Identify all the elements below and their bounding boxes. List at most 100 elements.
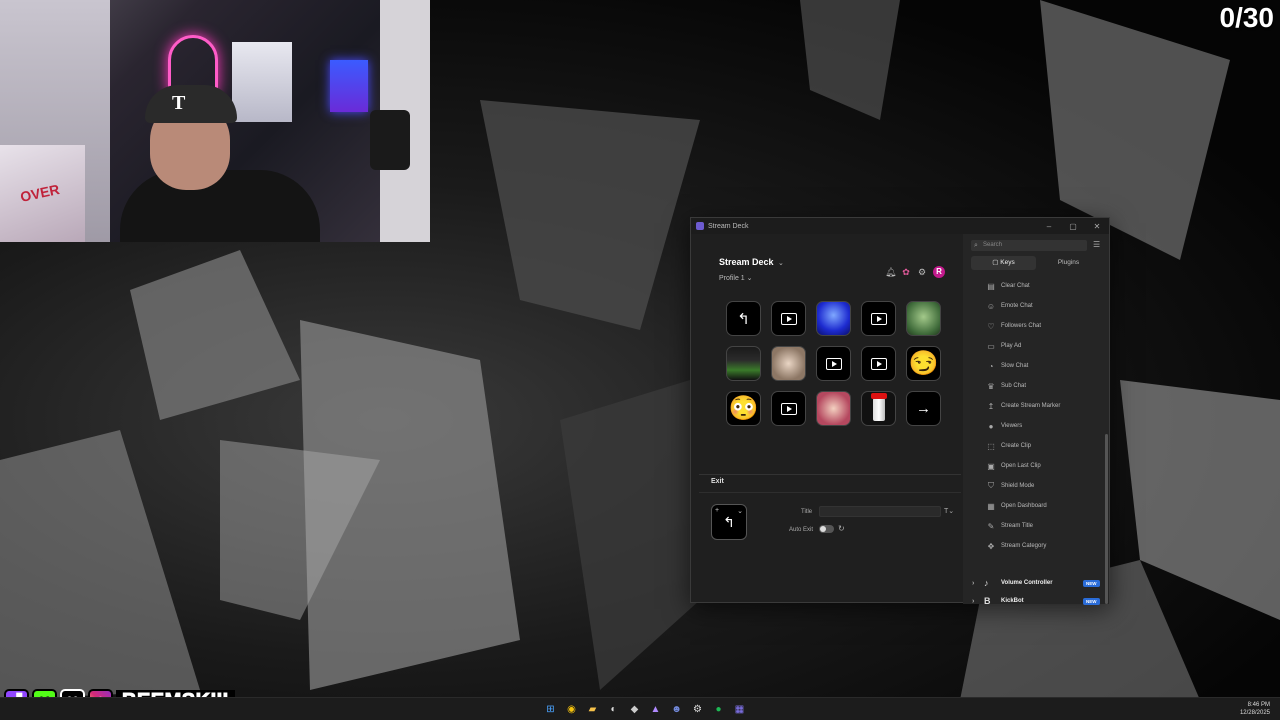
action-item[interactable]: ⬚ Create Clip [963, 436, 1103, 456]
gear-icon[interactable]: ⚙ [917, 267, 927, 277]
plus-icon[interactable]: + [715, 507, 719, 514]
webcam-monitor [330, 60, 368, 112]
deck-key-2[interactable] [771, 301, 806, 336]
webcam-window [232, 42, 292, 122]
back-icon: ↰ [737, 310, 750, 328]
device-selector[interactable]: Stream Deck ⌄ [719, 252, 784, 270]
chevron-right-icon[interactable]: › [972, 580, 974, 587]
key-grid: ↰ 😏 😳 → [726, 301, 941, 426]
maximize-button[interactable]: ▢ [1061, 222, 1085, 231]
window-titlebar[interactable]: Stream Deck – ▢ ✕ [691, 218, 1109, 234]
deck-key-12[interactable] [771, 391, 806, 426]
deck-key-5[interactable] [906, 301, 941, 336]
action-item[interactable]: ✎ Stream Title [963, 516, 1103, 536]
action-item[interactable]: ▭ Play Ad [963, 336, 1103, 356]
discord-icon[interactable]: ☻ [669, 702, 684, 717]
chrome-icon[interactable]: ◉ [564, 702, 579, 717]
plugin-kickbot[interactable]: › B KickBot NEW [963, 596, 1103, 606]
window-controls: – ▢ ✕ [1037, 222, 1109, 231]
action-item[interactable]: ⛉ Shield Mode [963, 476, 1103, 496]
back-icon: ↰ [723, 513, 735, 530]
close-button[interactable]: ✕ [1085, 222, 1109, 231]
action-icon: ✎ [987, 521, 995, 531]
chevron-down-icon: ⌄ [778, 260, 784, 267]
clock-time: 8:46 PM [1247, 702, 1270, 708]
action-icon: ● [988, 421, 994, 431]
deck-key-8[interactable] [816, 346, 851, 381]
chevron-down-icon[interactable]: ⌄ [737, 507, 743, 515]
deck-key-4[interactable] [861, 301, 896, 336]
taskbar-icons: ⊞ ◉ ▰ ◐ ◆ ▲ ☻ ⚙ ● ▦ [543, 702, 747, 717]
action-item[interactable]: ▣ Open Last Clip [963, 456, 1103, 476]
key-preview[interactable]: + ⌄ ↰ [711, 504, 747, 540]
windows-start-icon[interactable]: ⊞ [543, 702, 558, 717]
profile-selector[interactable]: Profile 1 ⌄ [719, 274, 784, 282]
action-item[interactable]: ✥ Stream Category [963, 536, 1103, 556]
auto-exit-toggle[interactable] [819, 525, 834, 533]
new-badge: NEW [1083, 597, 1100, 605]
obs-icon[interactable]: ◐ [606, 702, 621, 717]
reset-icon[interactable]: ↻ [838, 524, 845, 533]
deck-key-13[interactable] [816, 391, 851, 426]
deck-key-1[interactable]: ↰ [726, 301, 761, 336]
action-item[interactable]: ↥ Create Stream Marker [963, 396, 1103, 416]
settings-icon[interactable]: ⚙ [690, 702, 705, 717]
deck-key-11[interactable]: 😳 [726, 391, 761, 426]
play-media-icon [780, 402, 797, 415]
volume-controller-icon: ♪ [984, 578, 989, 588]
action-item[interactable]: ▤ Clear Chat [963, 276, 1103, 296]
play-media-icon [870, 357, 887, 370]
deck-key-15[interactable]: → [906, 391, 941, 426]
window-title: Stream Deck [708, 222, 749, 230]
emoji-icon: 😏 [908, 350, 939, 377]
spotify-icon[interactable]: ● [711, 702, 726, 717]
deck-key-6[interactable] [726, 346, 761, 381]
chevron-right-icon[interactable]: › [972, 598, 974, 605]
divider [699, 492, 961, 493]
bell-icon[interactable]: 🔔︎ [885, 267, 896, 277]
stream-deck-window: Stream Deck – ▢ ✕ Stream Deck ⌄ Profile … [690, 217, 1110, 606]
plugin-volume-controller[interactable]: › ♪ Volume Controller NEW [963, 572, 1103, 594]
emoji-icon: 😳 [728, 395, 759, 422]
search-icon: ⌕ [974, 242, 978, 249]
system-clock[interactable]: 8:46 PM 12/28/2025 [1240, 701, 1270, 717]
canvas-panel: Stream Deck ⌄ Profile 1 ⌄ 🔔︎ ✿ ⚙ R ↰ 😏 😳 → … [691, 234, 963, 604]
list-view-icon[interactable]: ☰ [1093, 240, 1100, 249]
device-name: Stream Deck [719, 257, 774, 267]
deck-key-7[interactable] [771, 346, 806, 381]
chevron-down-icon: ⌄ [746, 275, 753, 282]
app-icon[interactable]: ◆ [627, 702, 642, 717]
title-input[interactable] [819, 506, 941, 517]
search-placeholder: Search [983, 242, 1003, 248]
action-item[interactable]: ● Viewers [963, 416, 1103, 436]
deck-key-14[interactable] [861, 391, 896, 426]
spray-can-icon [870, 392, 887, 421]
panel-tabs: ▢ Keys Plugins [971, 256, 1101, 270]
minimize-button[interactable]: – [1037, 222, 1061, 231]
actions-panel: ⌕ Search ☰ ▢ Keys Plugins ▤ Clear Chat ☺ Em… [963, 234, 1109, 606]
action-icon: ✥ [987, 541, 995, 551]
file-explorer-icon[interactable]: ▰ [585, 702, 600, 717]
action-icon: ☺ [986, 301, 996, 311]
play-media-icon [870, 312, 887, 325]
deck-key-10[interactable]: 😏 [906, 346, 941, 381]
stream-deck-taskbar-icon[interactable]: ▦ [732, 702, 747, 717]
deck-key-3[interactable] [816, 301, 851, 336]
action-item[interactable]: ♛ Sub Chat [963, 376, 1103, 396]
action-item[interactable]: ◔ Slow Chat [963, 356, 1103, 376]
deck-header: Stream Deck ⌄ Profile 1 ⌄ [719, 252, 784, 282]
deck-key-9[interactable] [861, 346, 896, 381]
apps-icon[interactable]: ✿ [901, 267, 911, 277]
action-item[interactable]: ♡ Followers Chat [963, 316, 1103, 336]
tab-plugins[interactable]: Plugins [1036, 256, 1101, 270]
action-item[interactable]: ☺ Emote Chat [963, 296, 1103, 316]
scrollbar[interactable] [1105, 434, 1108, 604]
action-item[interactable]: ▦ Open Dashboard [963, 496, 1103, 516]
avatar[interactable]: R [933, 266, 945, 278]
arc-icon[interactable]: ▲ [648, 702, 663, 717]
text-format-icon[interactable]: T⌄ [944, 507, 954, 515]
divider [699, 474, 961, 475]
tab-keys[interactable]: ▢ Keys [971, 256, 1036, 270]
action-icon: ◔ [988, 361, 994, 371]
search-input[interactable]: ⌕ Search [971, 240, 1087, 251]
